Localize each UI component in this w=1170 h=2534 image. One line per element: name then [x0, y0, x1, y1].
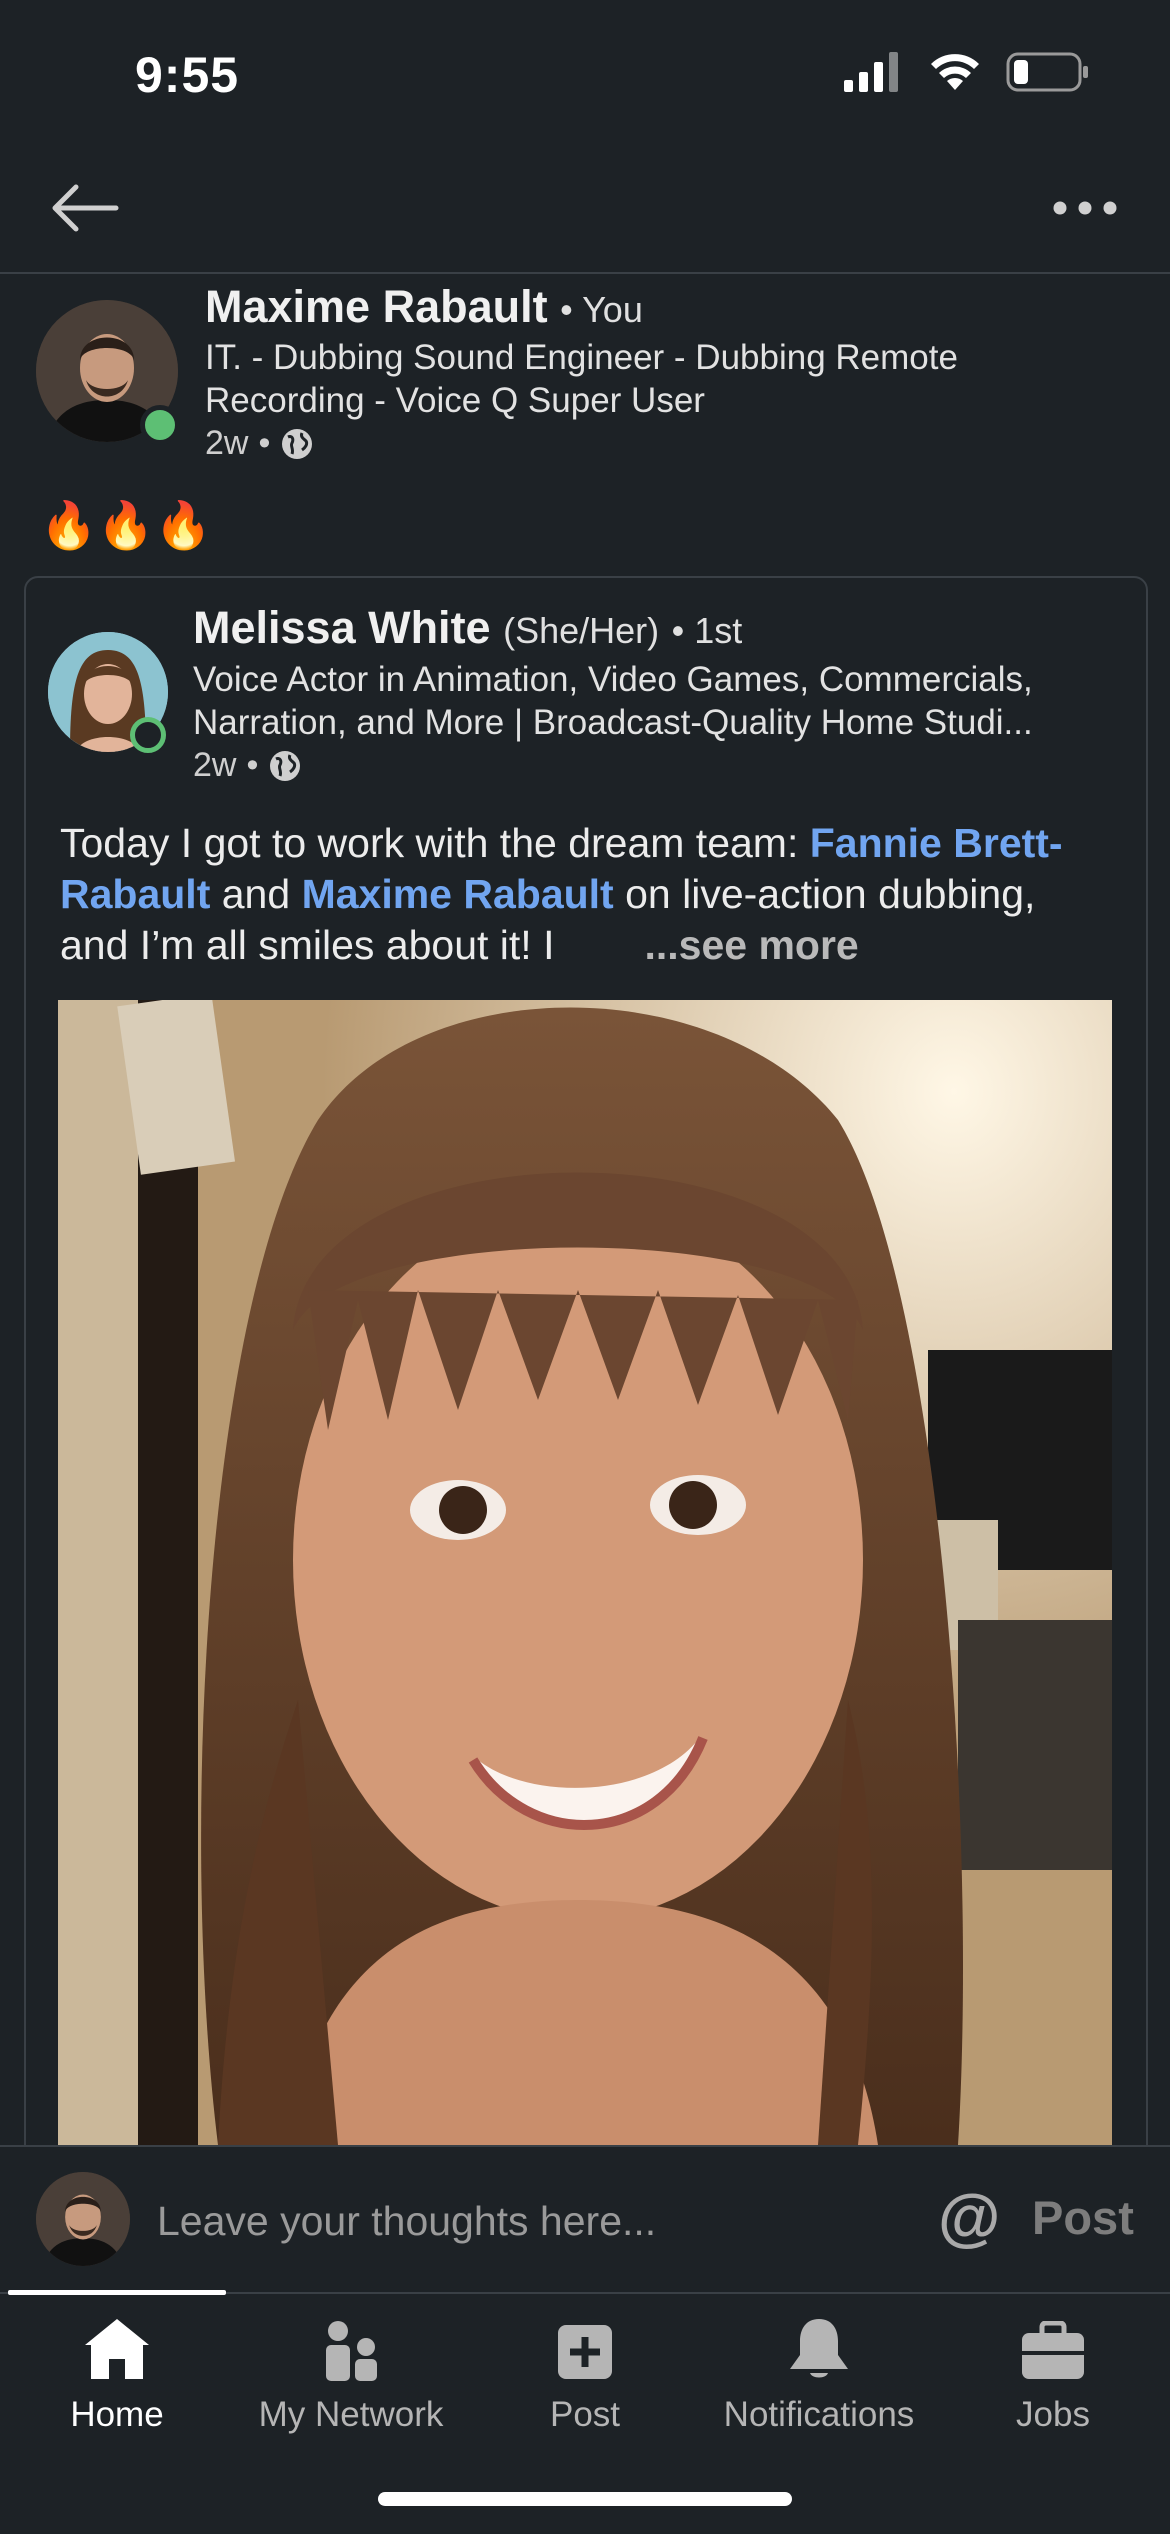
globe-icon	[282, 428, 313, 459]
repost-author-headline: IT. - Dubbing Sound Engineer - Dubbing R…	[205, 338, 958, 420]
repost-author-online-dot	[140, 405, 180, 445]
tab-label: Home	[70, 2395, 164, 2434]
bell-icon	[790, 2319, 848, 2378]
more-dots-icon	[1053, 201, 1117, 214]
original-meta: 2w •	[193, 746, 302, 785]
repost-comment-text: 🔥🔥🔥	[40, 499, 212, 551]
repost-author-line: Maxime Rabault • You	[205, 281, 643, 332]
post-text-part: Today I got to work with the dream team:	[60, 820, 810, 866]
original-author-name[interactable]: Melissa White	[193, 602, 491, 653]
home-icon	[85, 2319, 149, 2379]
tab-label: Jobs	[1016, 2395, 1090, 2434]
tab-notifications[interactable]: Notifications	[702, 2305, 936, 2435]
original-author-pronouns: (She/Her)	[503, 610, 660, 651]
wifi-icon	[931, 54, 979, 90]
tab-post[interactable]: Post	[468, 2305, 702, 2435]
tab-my-network[interactable]: My Network	[234, 2305, 468, 2435]
repost-meta: 2w •	[205, 424, 314, 463]
original-author-online-dot	[130, 717, 166, 753]
selfie-photo-image	[58, 1000, 1112, 2145]
repost-author-tag: You	[582, 289, 643, 330]
repost-time: 2w	[205, 424, 249, 462]
repost-author-name[interactable]: Maxime Rabault	[205, 281, 548, 332]
top-nav	[0, 160, 1170, 274]
status-time: 9:55	[135, 47, 240, 103]
post-body-text: Today I got to work with the dream team:…	[60, 818, 1090, 971]
home-indicator	[378, 2492, 792, 2506]
post-comment-button[interactable]: Post	[1032, 2190, 1134, 2245]
globe-icon	[270, 750, 301, 781]
original-author-line: Melissa White (She/Her) • 1st	[193, 602, 743, 653]
tab-jobs[interactable]: Jobs	[936, 2305, 1170, 2435]
tab-label: Notifications	[723, 2395, 915, 2434]
tab-label: My Network	[258, 2395, 444, 2434]
mention-maxime[interactable]: Maxime Rabault	[302, 871, 614, 917]
connection-degree: 1st	[694, 610, 743, 651]
back-arrow-icon	[52, 184, 119, 231]
more-options-button[interactable]	[1040, 180, 1130, 235]
cellular-signal-icon	[844, 52, 898, 92]
see-more-link[interactable]: ...see more	[644, 922, 858, 968]
battery-icon	[1006, 52, 1088, 92]
comment-input[interactable]	[155, 2190, 879, 2252]
briefcase-icon	[1022, 2321, 1084, 2379]
post-text-part: and	[210, 871, 302, 917]
post-plus-icon	[558, 2325, 612, 2379]
current-user-avatar	[36, 2172, 130, 2266]
mention-button[interactable]: @	[938, 2180, 1000, 2254]
network-icon	[326, 2321, 377, 2381]
tab-label: Post	[549, 2395, 621, 2434]
avatar-man-image	[36, 2172, 130, 2266]
original-author-headline: Voice Actor in Animation, Video Games, C…	[193, 660, 1033, 742]
back-button[interactable]	[40, 175, 130, 240]
active-tab-indicator	[8, 2290, 226, 2295]
tab-home[interactable]: Home	[0, 2305, 234, 2435]
original-time: 2w	[193, 746, 237, 784]
post-photo[interactable]	[58, 1000, 1112, 2145]
status-icons	[844, 52, 1090, 92]
